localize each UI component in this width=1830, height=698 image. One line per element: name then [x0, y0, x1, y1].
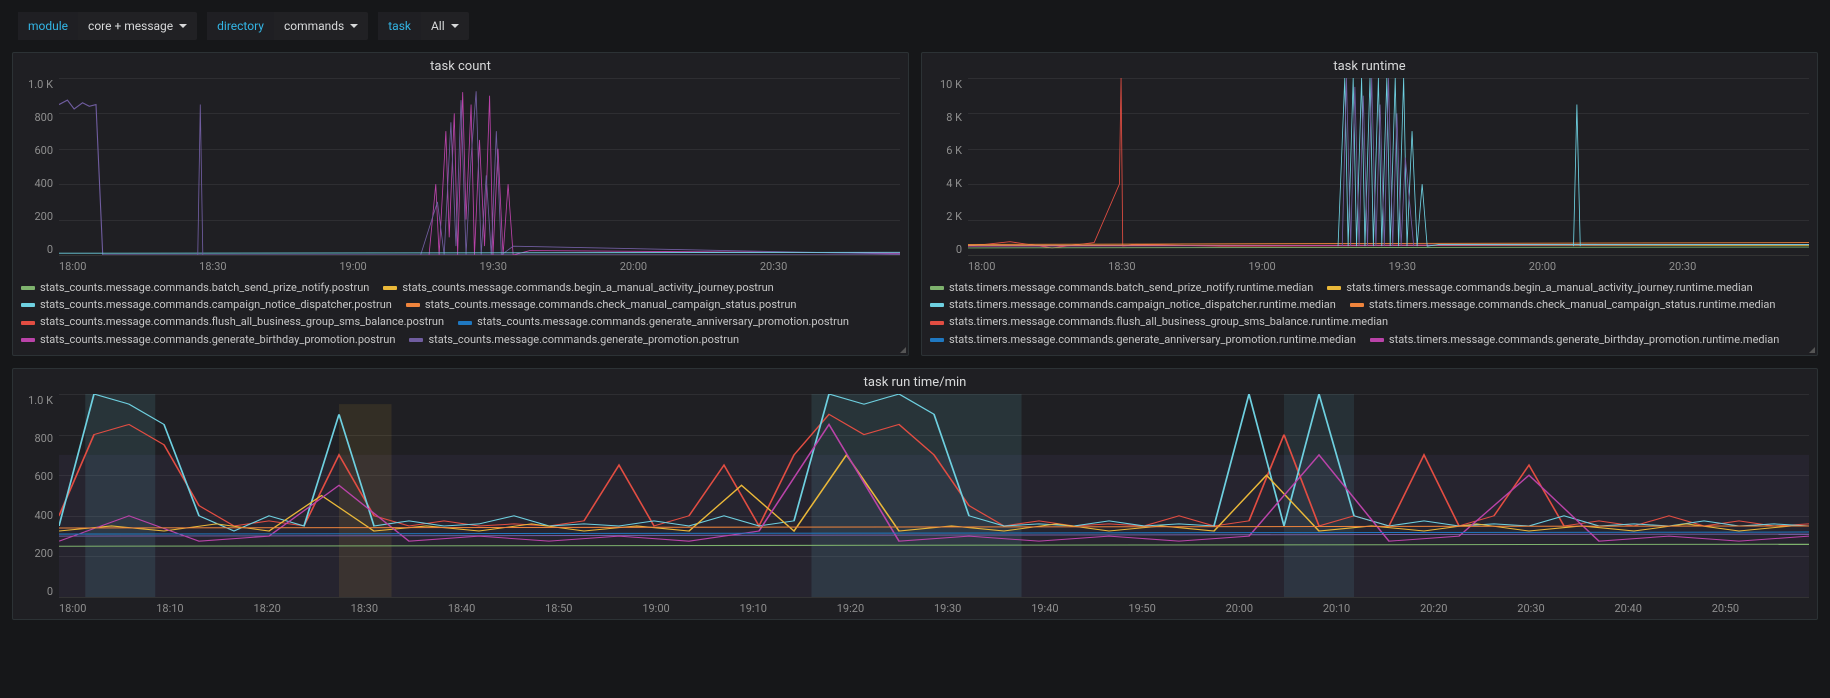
legend-item[interactable]: stats_counts.message.commands.generate_b…	[21, 332, 395, 349]
filter-task[interactable]: task All	[378, 12, 468, 40]
resize-handle-icon[interactable]	[900, 347, 906, 353]
legend-swatch-icon	[1350, 303, 1364, 307]
legend-label: stats_counts.message.commands.generate_b…	[40, 332, 395, 349]
chevron-down-icon	[179, 24, 187, 28]
legend-swatch-icon	[406, 303, 420, 307]
legend-swatch-icon	[930, 286, 944, 290]
legend-label: stats_counts.message.commands.flush_all_…	[40, 314, 444, 331]
chevron-down-icon	[350, 24, 358, 28]
x-axis: 18:00 18:30 19:00 19:30 20:00 20:30	[59, 256, 900, 273]
chart-svg	[59, 78, 900, 255]
legend-label: stats.timers.message.commands.check_manu…	[1369, 297, 1776, 314]
x-axis: 18:00 18:30 19:00 19:30 20:00 20:30	[968, 256, 1809, 273]
legend-label: stats.timers.message.commands.generate_a…	[949, 332, 1356, 349]
legend-swatch-icon	[383, 286, 397, 290]
legend-label: stats.timers.message.commands.generate_p…	[1328, 349, 1706, 351]
legend-label: stats.timers.message.commands.flush_all_…	[949, 314, 1388, 331]
y-axis: 10 K 8 K 6 K 4 K 2 K 0	[930, 78, 968, 256]
legend-item[interactable]: stats_counts.message.commands.generate_p…	[409, 332, 739, 349]
plot[interactable]	[968, 78, 1809, 256]
legend-label: stats.timers.message.commands.begin_a_ma…	[1346, 280, 1752, 297]
legend-item[interactable]: stats.timers.message.commands.generate_p…	[930, 349, 1295, 351]
legend-swatch-icon	[458, 321, 472, 325]
legend-label: stats_counts.message.commands.campaign_n…	[40, 297, 392, 314]
legend-item[interactable]: stats_counts.message.commands.batch_send…	[21, 280, 369, 297]
panel-title: task count	[21, 59, 900, 78]
filter-module[interactable]: module core + message	[18, 12, 197, 40]
legend-swatch-icon	[21, 321, 35, 325]
variables-toolbar: module core + message directory commands…	[0, 0, 1830, 52]
y-axis: 1.0 K 800 600 400 200 0	[21, 78, 59, 256]
legend-swatch-icon	[930, 303, 944, 307]
filter-label: module	[18, 12, 78, 40]
legend-item[interactable]: stats.timers.message.commands.check_manu…	[1350, 297, 1776, 314]
legend-label: stats_counts.message.commands.check_manu…	[425, 297, 797, 314]
x-axis: 18:0018:1018:2018:3018:4018:5019:0019:10…	[59, 598, 1809, 615]
chart-plot-area[interactable]: 1.0 K 800 600 400 200 0	[21, 394, 1809, 598]
legend-label: stats_counts.message.commands.begin_a_ma…	[402, 280, 773, 297]
legend-item[interactable]: stats.timers.message.commands.batch_send…	[930, 280, 1313, 297]
legend-swatch-icon	[21, 338, 35, 342]
filter-directory[interactable]: directory commands	[207, 12, 368, 40]
legend-label: stats_counts.message.commands.batch_send…	[40, 280, 369, 297]
legend-item[interactable]: stats_counts.message.commands.flush_all_…	[21, 314, 444, 331]
panel-title: task runtime	[930, 59, 1809, 78]
legend-item[interactable]: stats_counts.message.commands.begin_a_ma…	[383, 280, 773, 297]
legend-item[interactable]: stats.timers.message.commands.begin_a_ma…	[1327, 280, 1752, 297]
legend-swatch-icon	[1327, 286, 1341, 290]
legend[interactable]: stats.timers.message.commands.batch_send…	[930, 279, 1809, 351]
filter-value[interactable]: commands	[274, 12, 368, 40]
chart-svg	[968, 78, 1809, 255]
panel-task-run-time-min[interactable]: task run time/min 1.0 K 800 600 400 200 …	[12, 368, 1818, 620]
filter-value[interactable]: core + message	[78, 12, 197, 40]
legend-swatch-icon	[930, 321, 944, 325]
filter-value[interactable]: All	[421, 12, 469, 40]
resize-handle-icon[interactable]	[1809, 347, 1815, 353]
legend-item[interactable]: stats.timers.message.commands.generate_a…	[930, 332, 1356, 349]
panel-task-count[interactable]: task count 1.0 K 800 600 400 200 0	[12, 52, 909, 356]
legend-label: stats.timers.message.commands.batch_send…	[949, 280, 1313, 297]
chart-plot-area[interactable]: 1.0 K 800 600 400 200 0	[21, 78, 900, 256]
plot[interactable]	[59, 78, 900, 256]
filter-label: directory	[207, 12, 274, 40]
legend-item[interactable]: stats.timers.message.commands.campaign_n…	[930, 297, 1336, 314]
filter-label: task	[378, 12, 421, 40]
legend-swatch-icon	[21, 286, 35, 290]
legend-item[interactable]: stats_counts.message.commands.campaign_n…	[21, 297, 392, 314]
legend-item[interactable]: stats.timers.message.commands.generate_p…	[1309, 349, 1706, 351]
panel-task-runtime[interactable]: task runtime 10 K 8 K 6 K 4 K 2 K 0	[921, 52, 1818, 356]
legend-label: stats.timers.message.commands.generate_b…	[1389, 332, 1779, 349]
legend-label: stats.timers.message.commands.campaign_n…	[949, 297, 1336, 314]
chart-svg	[59, 394, 1809, 597]
panel-title: task run time/min	[21, 375, 1809, 394]
chart-plot-area[interactable]: 10 K 8 K 6 K 4 K 2 K 0	[930, 78, 1809, 256]
legend-label: stats_counts.message.commands.generate_a…	[477, 314, 849, 331]
legend-item[interactable]: stats_counts.message.commands.check_manu…	[406, 297, 797, 314]
legend[interactable]: stats_counts.message.commands.batch_send…	[21, 279, 900, 351]
plot[interactable]	[59, 394, 1809, 598]
legend-swatch-icon	[1370, 338, 1384, 342]
legend-label: stats.timers.message.commands.generate_p…	[949, 349, 1295, 351]
legend-item[interactable]: stats_counts.message.commands.generate_a…	[458, 314, 849, 331]
legend-item[interactable]: stats_counts.message.commands.generate_p…	[21, 349, 383, 351]
legend-label: stats_counts.message.commands.generate_p…	[40, 349, 383, 351]
legend-swatch-icon	[930, 338, 944, 342]
legend-swatch-icon	[21, 303, 35, 307]
legend-label: stats_counts.message.commands.generate_p…	[428, 332, 739, 349]
legend-item[interactable]: stats.timers.message.commands.flush_all_…	[930, 314, 1388, 331]
legend-swatch-icon	[409, 338, 423, 342]
chevron-down-icon	[451, 24, 459, 28]
legend-item[interactable]: stats.timers.message.commands.generate_b…	[1370, 332, 1779, 349]
y-axis: 1.0 K 800 600 400 200 0	[21, 394, 59, 598]
